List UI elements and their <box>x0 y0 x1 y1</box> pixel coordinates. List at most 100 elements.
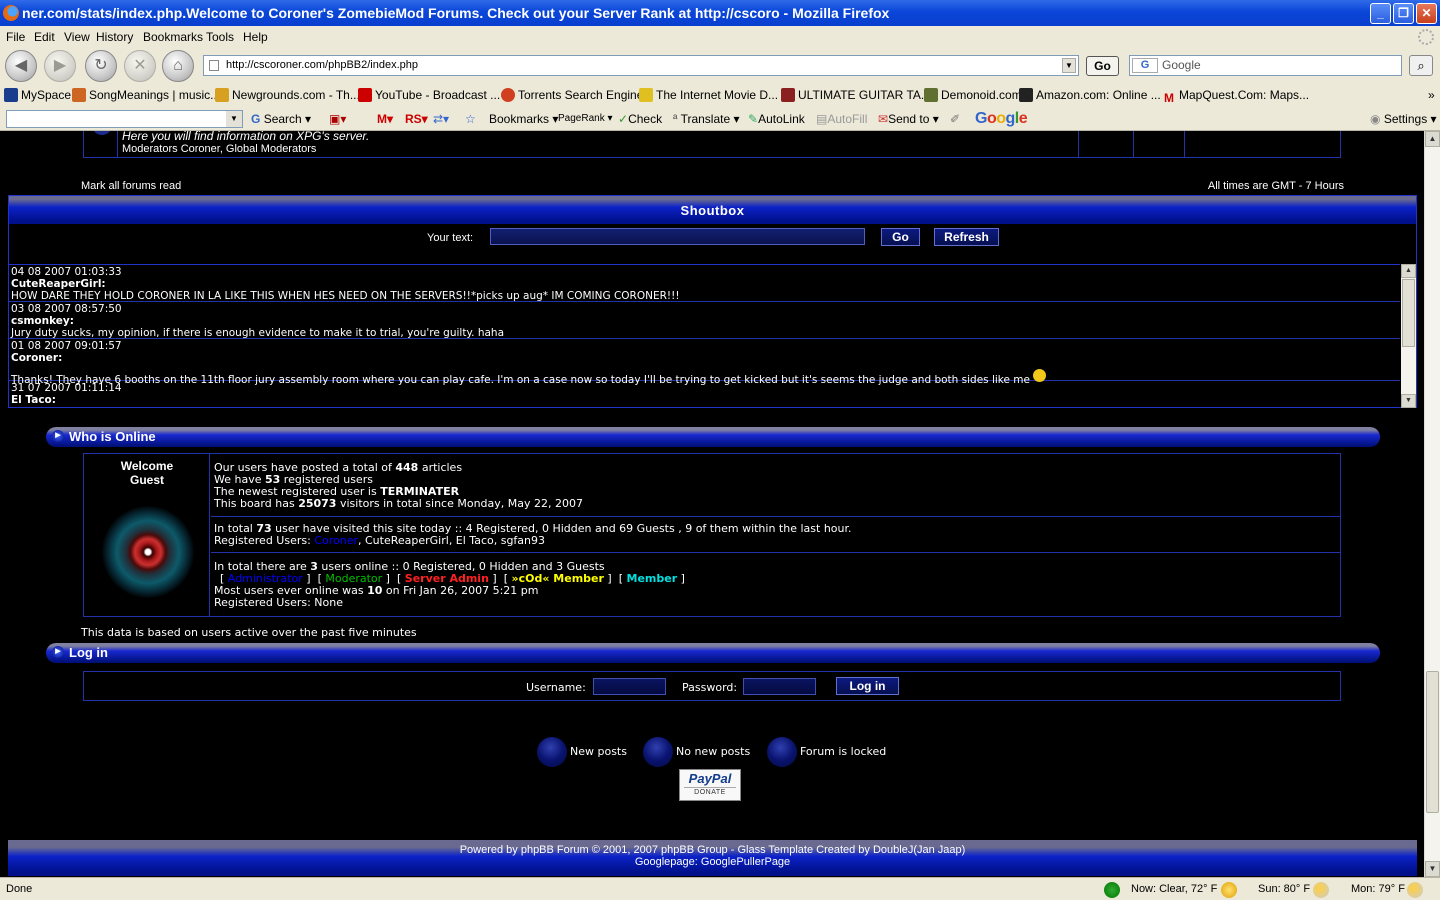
footer-credits[interactable]: Powered by phpBB Forum © 2001, 2007 phpB… <box>8 844 1417 856</box>
scroll-up-icon[interactable]: ▲ <box>1425 131 1440 147</box>
autolink-button[interactable]: ✎AutoLink <box>748 107 805 131</box>
check-button[interactable]: ✓Check <box>618 107 662 131</box>
stop-button[interactable]: ✕ <box>124 50 156 82</box>
menu-edit[interactable]: Edit <box>34 26 55 48</box>
youtube-icon <box>358 88 372 102</box>
shout-input[interactable] <box>490 228 865 245</box>
menu-help[interactable]: Help <box>243 26 268 48</box>
shout-scrollbar[interactable]: ▲ ▼ <box>1401 264 1416 408</box>
username-field[interactable] <box>593 678 666 695</box>
mark-all-read-link[interactable]: Mark all forums read <box>81 180 181 192</box>
menu-view[interactable]: View <box>64 26 90 48</box>
shout-go-button[interactable]: Go <box>881 228 920 246</box>
bookmark-item[interactable]: MySpace <box>4 84 71 107</box>
back-button[interactable]: ◀ <box>5 50 37 82</box>
shout-time: 04 08 2007 01:03:33 <box>11 266 122 278</box>
google-logo[interactable]: Google <box>975 107 1028 131</box>
weather-now[interactable]: Now: Clear, 72° F <box>1131 878 1217 900</box>
bookmark-item[interactable]: Torrents Search Engine <box>501 84 643 107</box>
shoutbox-title: Shoutbox <box>9 196 1416 224</box>
search-input[interactable]: G Google <box>1129 55 1402 76</box>
bookmark-item[interactable]: YouTube - Broadcast ... <box>358 84 500 107</box>
bookmark-item[interactable]: ULTIMATE GUITAR TA... <box>781 84 931 107</box>
settings-button[interactable]: ◉ Settings ▾ <box>1370 107 1437 131</box>
home-button[interactable]: ⌂ <box>162 50 194 82</box>
scroll-down-icon[interactable]: ▼ <box>1401 394 1416 408</box>
shout-message: 04 08 2007 01:03:33 CuteReaperGirl: HOW … <box>9 265 1400 302</box>
forum-icon-cell <box>84 131 118 157</box>
donate-label: DONATE <box>684 787 736 798</box>
shout-user[interactable]: El Taco: <box>11 394 56 406</box>
status-text: Done <box>6 883 33 895</box>
login-button[interactable]: Log in <box>836 677 899 695</box>
online-data-note: This data is based on users active over … <box>81 626 417 639</box>
devil-smiley-icon <box>1033 369 1046 382</box>
login-form: Username: Password: Log in <box>83 671 1341 701</box>
shout-user[interactable]: csmonkey: <box>11 315 74 327</box>
who-is-online-panel: Welcome Guest Our users have posted a tot… <box>83 453 1341 617</box>
sendto-button[interactable]: ✉Send to ▾ <box>878 107 939 131</box>
password-field[interactable] <box>743 678 816 695</box>
share-icon[interactable]: ⇄▾ <box>433 107 449 131</box>
no-new-posts-icon <box>643 737 673 767</box>
minimize-button[interactable]: _ <box>1370 3 1391 24</box>
bookmark-item[interactable]: Demonoid.com <box>924 84 1022 107</box>
forum-moderators: Moderators Coroner, Global Moderators <box>122 143 317 155</box>
expand-arrow-icon[interactable]: ▶ <box>52 430 64 442</box>
autofill-button[interactable]: ▤AutoFill <box>816 107 867 131</box>
google-bookmarks-button[interactable]: Bookmarks ▾ <box>489 107 558 131</box>
url-bar[interactable]: http://cscoroner.com/phpBB2/index.php ▼ <box>203 55 1079 76</box>
scroll-thumb[interactable] <box>1402 279 1415 347</box>
url-dropdown-icon[interactable]: ▼ <box>1062 58 1076 73</box>
guitar-icon <box>781 88 795 102</box>
google-search-input[interactable]: ▼ <box>6 110 243 128</box>
user-link-coroner[interactable]: Coroner <box>314 534 358 547</box>
url-text: http://cscoroner.com/phpBB2/index.php <box>226 59 419 71</box>
footer-googlepage[interactable]: Googlepage: GooglePullerPage <box>8 856 1417 868</box>
bookmark-item[interactable]: Newgrounds.com - Th... <box>215 84 360 107</box>
who-is-online-header[interactable]: ▶ Who is Online <box>46 427 1380 447</box>
forum-folder-icon <box>92 131 112 135</box>
menu-history[interactable]: History <box>96 26 133 48</box>
more-bookmarks-icon[interactable]: » <box>1428 84 1435 107</box>
gmail-icon[interactable]: M▾ <box>377 107 393 131</box>
login-header[interactable]: ▶ Log in <box>46 643 1380 663</box>
shout-user[interactable]: Coroner: <box>11 352 62 364</box>
search-engine-icon[interactable]: G <box>1132 58 1158 73</box>
table-divider <box>1184 131 1185 157</box>
locked-icon <box>767 737 797 767</box>
bookmark-item[interactable]: Amazon.com: Online ... <box>1019 84 1161 107</box>
weather-sun[interactable]: Sun: 80° F <box>1258 878 1310 900</box>
expand-arrow-icon[interactable]: ▶ <box>52 646 64 658</box>
scroll-down-icon[interactable]: ▼ <box>1425 861 1440 877</box>
pagerank-button[interactable]: PageRank ▾ <box>558 107 613 131</box>
menu-bookmarks[interactable]: Bookmarks <box>143 26 203 48</box>
rs-button[interactable]: RS▾ <box>405 107 428 131</box>
bookmark-item[interactable]: SongMeanings | music... <box>72 84 220 107</box>
search-icon[interactable]: ⌕ <box>1409 55 1433 76</box>
page-scrollbar[interactable]: ▲ ▼ <box>1424 131 1440 877</box>
paypal-donate-button[interactable]: PayPal DONATE <box>679 769 741 801</box>
shout-user[interactable]: CuteReaperGirl: <box>11 278 106 290</box>
shout-time: 01 08 2007 09:01:57 <box>11 340 122 352</box>
scroll-up-icon[interactable]: ▲ <box>1401 264 1416 278</box>
bookmarks-star-icon[interactable]: ☆ <box>465 107 476 131</box>
google-search-button[interactable]: G Search ▾ <box>251 107 311 131</box>
weather-mon[interactable]: Mon: 79° F <box>1351 878 1405 900</box>
menu-file[interactable]: File <box>6 26 25 48</box>
menu-tools[interactable]: Tools <box>206 26 234 48</box>
scroll-thumb[interactable] <box>1426 671 1439 813</box>
go-button[interactable]: Go <box>1086 56 1119 76</box>
bookmark-item[interactable]: M MapQuest.Com: Maps... <box>1162 84 1309 107</box>
bookmark-item[interactable]: The Internet Movie D... <box>639 84 778 107</box>
highlighter-icon[interactable]: ✐ <box>950 107 960 131</box>
dropdown-icon[interactable]: ▼ <box>226 111 242 127</box>
forward-button[interactable]: ▶ <box>44 50 76 82</box>
reload-button[interactable]: ↻ <box>85 50 117 82</box>
maximize-button[interactable]: ❐ <box>1393 3 1414 24</box>
translate-button[interactable]: ª Translate ▾ <box>673 107 740 131</box>
shout-refresh-button[interactable]: Refresh <box>934 228 999 246</box>
close-button[interactable]: ✕ <box>1416 3 1437 24</box>
news-icon[interactable]: ▣▾ <box>329 107 346 131</box>
imdb-icon <box>639 88 653 102</box>
